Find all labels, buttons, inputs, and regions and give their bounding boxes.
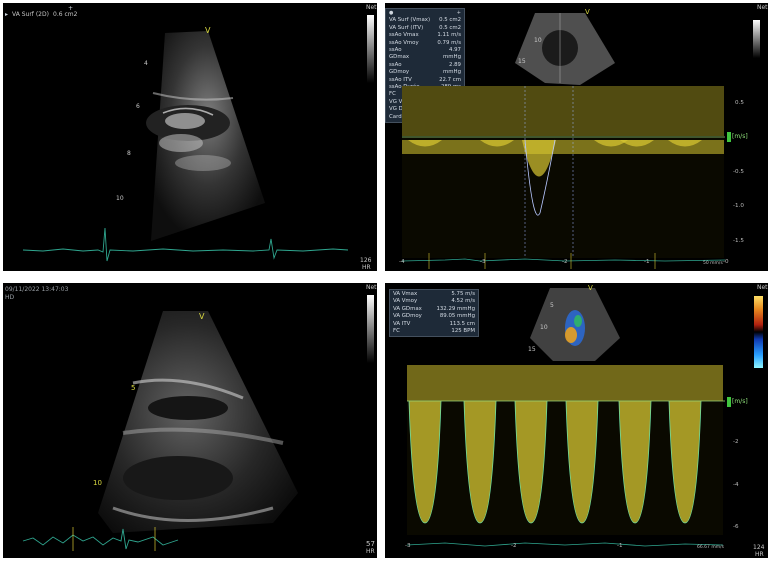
heart-rate-unit: HR <box>755 551 764 558</box>
panel-2d-bottom: 09/11/2022 13:47:03 HD V 5 10 Net 57 57 … <box>3 283 377 558</box>
baseline-marker[interactable] <box>727 132 731 142</box>
x-tick: -3 <box>405 543 411 549</box>
doppler-spectrum-top <box>401 86 726 269</box>
panel-2d-top: ▸ VA Surf (2D) 0.6 cm2 + V 4 6 8 10 Net … <box>3 3 377 271</box>
velocity-unit: [m/s] <box>732 398 748 405</box>
panel-doppler-bottom: V 5 10 15 Net VA Vmax 5.75 m/s VA Vmoy 4.52… <box>385 283 768 558</box>
baseline-marker[interactable] <box>727 397 731 407</box>
panel-doppler-top: V 10 15 Net ● + VA Surf (Vmax) 0.5 cm2 VA S… <box>385 3 768 271</box>
velocity-unit: [m/s] <box>732 133 748 140</box>
y-tick: -0.5 <box>733 169 744 175</box>
x-tick: -1 <box>644 259 650 265</box>
y-tick: -4 <box>733 482 739 488</box>
y-tick: -6 <box>733 524 739 530</box>
heart-rate-unit: HR <box>366 548 375 555</box>
y-tick: -1.0 <box>733 203 744 209</box>
x-tick: -3 <box>480 259 486 265</box>
y-tick: -2 <box>733 439 739 445</box>
x-tick: -4 <box>399 259 405 265</box>
y-tick: -1.5 <box>733 238 744 244</box>
ecg-trace-bottom-left <box>22 527 179 551</box>
doppler-spectrum-bottom <box>406 365 725 547</box>
x-tick: -2 <box>562 259 568 265</box>
heart-rate-value: 57 <box>366 540 375 548</box>
sweep-end: -0 <box>723 259 729 265</box>
heart-rate-unit: HR <box>362 264 371 271</box>
sweep-speed: 50 mm/s <box>703 261 723 266</box>
sweep-speed: 66.67 mm/s <box>697 545 724 550</box>
ecg-trace-top-left <box>22 227 349 262</box>
x-tick: -1 <box>617 543 623 549</box>
x-tick: -2 <box>511 543 517 549</box>
y-tick: 0.5 <box>735 100 744 106</box>
